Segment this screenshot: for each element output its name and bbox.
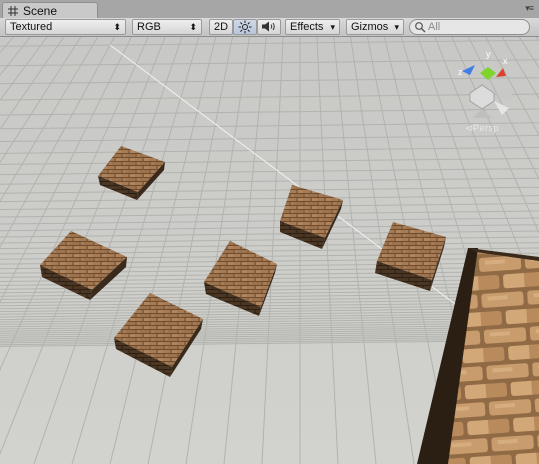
render-mode-label: RGB [137,21,161,33]
search-field[interactable] [409,19,530,35]
draw-mode-label: Textured [10,21,53,33]
tab-label: Scene [23,4,58,18]
scene-lighting-toggle[interactable] [233,19,257,35]
updown-arrows-icon: ⬍ [113,22,121,32]
effects-label: Effects [290,21,324,33]
scene-canvas[interactable]: y x z [0,37,539,464]
updown-arrows-icon: ⬍ [189,22,197,32]
search-icon [415,22,426,33]
scene-audio-toggle[interactable] [257,19,281,35]
chevron-down-icon: ▾ [330,22,335,32]
draw-mode-dropdown[interactable]: Textured ⬍ [5,19,126,35]
chevron-down-icon: ▾ [394,22,399,32]
gizmo-axis-y-label: y [486,49,491,59]
tab-scene[interactable]: Scene [2,2,98,18]
gizmo-axis-x-label: x [503,56,508,66]
toggle-2d-button[interactable]: 2D [209,19,233,35]
effects-dropdown[interactable]: Effects ▾ [285,19,340,35]
scene-viewport[interactable]: y x z ⊲Persp [0,37,539,464]
tab-strip: Scene ▾≡ [0,0,539,18]
projection-label[interactable]: ⊲Persp [465,123,499,134]
render-mode-dropdown[interactable]: RGB ⬍ [132,19,202,35]
gizmo-axis-z-label: z [458,67,463,77]
scene-toolbar: Textured ⬍ RGB ⬍ 2D Effects ▾ Gizmos ▾ A… [0,18,539,37]
sun-icon [238,20,252,34]
projection-text: Persp [473,123,500,133]
gizmos-dropdown[interactable]: Gizmos ▾ [346,19,404,35]
gizmos-label: Gizmos [351,21,389,33]
speaker-icon [262,21,275,32]
window-menu-icon[interactable]: ▾≡ [525,3,534,14]
scene-window: Scene ▾≡ Textured ⬍ RGB ⬍ 2D Effects ▾ G… [0,0,539,464]
grid-icon [8,6,18,16]
toggle-2d-label: 2D [213,21,229,33]
search-input[interactable] [428,21,523,33]
